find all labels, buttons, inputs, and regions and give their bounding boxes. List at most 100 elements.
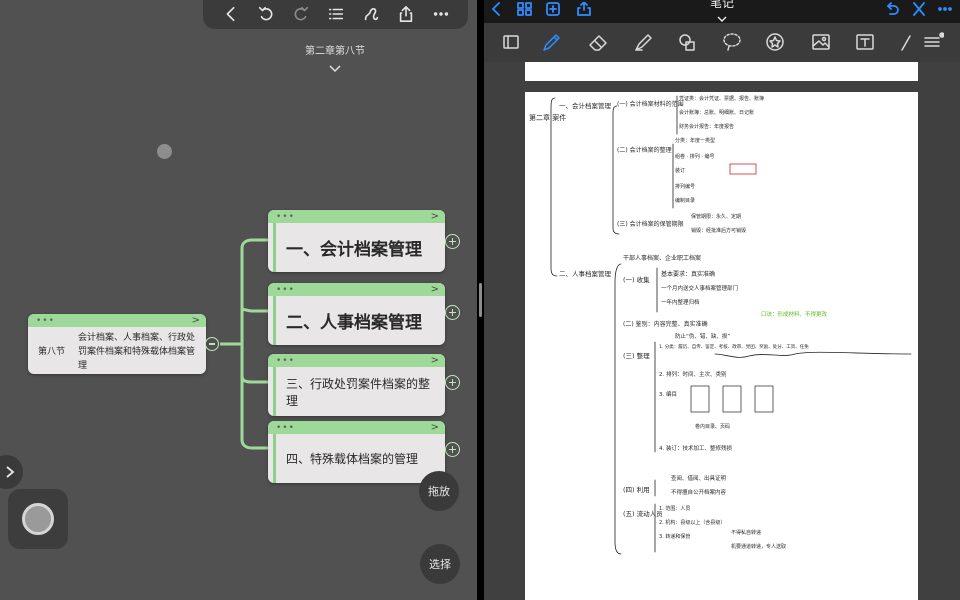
hw-s2-5-e: 机要通道转递，专人送取 <box>731 543 786 550</box>
hw-s2-1-b: 一个月内送交人事档案管理部门 <box>661 284 738 292</box>
grid-icon <box>517 2 532 16</box>
thumbnails-button[interactable] <box>516 1 534 16</box>
central-topic-node[interactable]: ••• > 第八节 会计档案、人事档案、行政处罚案件档案和特殊载体档案管理 <box>28 314 206 374</box>
list-icon <box>328 8 343 19</box>
share-button[interactable] <box>575 1 593 16</box>
mindmap-toolbar <box>203 0 468 29</box>
undo-icon <box>887 2 899 15</box>
chevron-down-icon[interactable] <box>717 7 727 22</box>
topic-text: 一、会计档案管理 <box>273 223 445 272</box>
page-layout-tool[interactable] <box>498 30 524 54</box>
assistive-touch-icon <box>22 503 54 535</box>
node-expand-arrow[interactable]: > <box>431 211 439 222</box>
notes-toolbar <box>484 23 960 62</box>
share-icon <box>577 1 591 16</box>
node-header: ••• > <box>268 421 445 434</box>
undo-button[interactable] <box>253 1 279 27</box>
add-page-icon <box>546 2 560 16</box>
toolbar-menu-button[interactable] <box>920 30 946 54</box>
node-expand-arrow[interactable]: > <box>431 355 439 366</box>
divider-grip[interactable] <box>479 283 482 317</box>
previous-page[interactable] <box>525 62 918 81</box>
node-expand-arrow[interactable]: > <box>192 315 200 326</box>
more-icon <box>938 7 952 11</box>
hw-s2: 二、人事档案管理 <box>559 269 612 278</box>
undo-icon <box>258 6 272 20</box>
topic-node-3[interactable]: ••• > 三、行政处罚案件档案的整理 <box>268 354 445 416</box>
back-button[interactable] <box>488 1 506 16</box>
hw-s1-2-d: 排列编号 <box>675 183 695 190</box>
add-page-button[interactable] <box>544 1 562 16</box>
sketch-box-1 <box>690 385 710 413</box>
highlighter-tool[interactable] <box>630 30 656 54</box>
node-handle-dots[interactable]: ••• <box>276 423 295 432</box>
more-button[interactable] <box>936 1 954 15</box>
back-button[interactable] <box>218 1 244 27</box>
add-subtopic-icon[interactable] <box>445 305 460 320</box>
breadcrumb[interactable]: 第二章第八节 <box>270 42 400 57</box>
style-button[interactable] <box>358 1 384 27</box>
more-button[interactable] <box>428 1 454 27</box>
outline-button[interactable] <box>323 1 349 27</box>
add-subtopic-icon[interactable] <box>445 442 460 457</box>
add-subtopic-icon[interactable] <box>445 375 460 390</box>
topic-node-4[interactable]: ••• > 四、特殊载体档案的管理 <box>268 421 445 483</box>
chevron-left-icon <box>226 6 235 21</box>
lasso-icon <box>723 33 741 51</box>
node-handle-dots[interactable]: ••• <box>276 356 295 365</box>
chevron-left-icon <box>492 2 500 16</box>
handwriting-canvas: 第二章 案件 一、会计档案管理 (一) 会计档案材料的范围 凭证类：会计凭证、票… <box>529 95 912 555</box>
node-header: ••• > <box>28 314 206 327</box>
hw-s2-5-d: 不得私自转递 <box>731 529 761 536</box>
node-handle-dots[interactable]: ••• <box>36 316 55 325</box>
node-expand-arrow[interactable]: > <box>431 284 439 295</box>
floating-dot <box>157 144 172 159</box>
collapse-icon[interactable] <box>205 337 219 351</box>
drag-button[interactable]: 拖放 <box>419 471 459 511</box>
topic-node-2[interactable]: ••• > 二、人事档案管理 <box>268 283 445 345</box>
add-subtopic-icon[interactable] <box>445 234 460 249</box>
hw-s2-5-c: 3. 转递和保管 <box>659 533 690 540</box>
central-topic-section: 第八节 <box>38 345 66 356</box>
hw-s2-2-note: 口诀：形成材料、不得更改 <box>761 310 828 318</box>
hw-s2-2: (二) 鉴别：内容完整、真实准确 <box>623 320 708 328</box>
image-icon <box>812 34 830 50</box>
highlighter-icon <box>635 34 652 51</box>
shapes-icon <box>679 34 695 51</box>
close-icon <box>913 2 925 16</box>
node-handle-dots[interactable]: ••• <box>276 285 295 294</box>
hw-s1-1-c: 财务会计报告：年度报告 <box>679 123 734 130</box>
text-tool[interactable] <box>852 30 878 54</box>
pen-tool[interactable] <box>538 30 564 54</box>
share-button[interactable] <box>393 1 419 27</box>
close-button[interactable] <box>910 1 928 16</box>
node-body: 第八节 会计档案、人事档案、行政处罚案件档案和特殊载体档案管理 <box>28 327 206 374</box>
handwritten-note-page[interactable]: 第二章 案件 一、会计档案管理 (一) 会计档案材料的范围 凭证类：会计凭证、票… <box>525 92 918 600</box>
hw-s1-2-a: 分类：年度一类型 <box>675 137 715 144</box>
sketch-box-2 <box>722 385 742 413</box>
ruler-tool[interactable] <box>888 30 914 54</box>
image-tool[interactable] <box>808 30 834 54</box>
undo-button[interactable] <box>883 1 901 15</box>
sticker-tool[interactable] <box>762 30 788 54</box>
select-button[interactable]: 选择 <box>420 544 460 584</box>
node-expand-arrow[interactable]: > <box>431 422 439 433</box>
style-icon <box>364 7 378 20</box>
node-handle-dots[interactable]: ••• <box>276 212 295 221</box>
hw-s1-2-c: 装订 <box>675 167 685 174</box>
lasso-tool[interactable] <box>719 30 745 54</box>
chevron-down-icon[interactable] <box>329 58 341 73</box>
mindmap-pane: 第二章第八节 ••• > 第八节 会计档案、人事档案、行政处罚案件档案和特殊载体… <box>0 0 477 600</box>
notes-navbar: 笔记 <box>484 0 960 23</box>
topic-node-1[interactable]: ••• > 一、会计档案管理 <box>268 210 445 272</box>
hw-s2-3-d: 4. 装订：技术加工、整修残损 <box>659 444 732 452</box>
redo-icon <box>294 6 308 20</box>
assistive-touch-button[interactable] <box>8 489 68 549</box>
topic-text: 三、行政处罚案件档案的整理 <box>273 367 445 416</box>
central-topic-text: 会计档案、人事档案、行政处罚案件档案和特殊载体档案管理 <box>78 331 196 370</box>
redo-button[interactable] <box>288 1 314 27</box>
hw-s2-5-a: 1. 范围：人员 <box>659 505 690 512</box>
eraser-tool[interactable] <box>585 30 611 54</box>
shapes-tool[interactable] <box>674 30 700 54</box>
split-divider[interactable] <box>477 0 484 600</box>
